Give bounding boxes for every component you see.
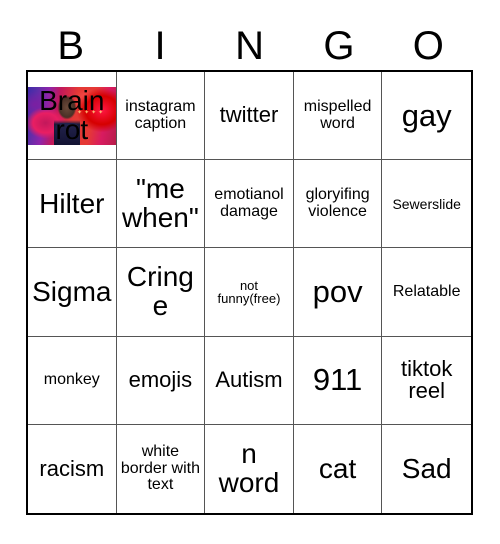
bingo-cell-o5[interactable]: Sad — [382, 424, 471, 513]
bingo-cell-label: cat — [318, 452, 357, 484]
bingo-cell-g3[interactable]: pov — [293, 248, 383, 337]
bingo-cell-b3[interactable]: Sigma — [28, 248, 117, 337]
bingo-cell-label: racism — [39, 455, 105, 481]
bingo-cell-n2[interactable]: emotianol damage — [205, 160, 294, 249]
bingo-cell-o2[interactable]: Sewerslide — [382, 160, 471, 249]
bingo-cell-label: emotianol damage — [214, 186, 284, 220]
bingo-cell-label: white border with text — [120, 443, 200, 494]
bingo-cell-n5[interactable]: n word — [205, 424, 294, 513]
bingo-cell-g1[interactable]: mispelled word — [293, 72, 383, 161]
bingo-cell-label: Relatable — [392, 282, 461, 300]
bingo-cell-b4[interactable]: monkey — [28, 336, 117, 425]
bingo-cell-label: 911 — [312, 362, 363, 398]
bingo-cell-i3[interactable]: Cringe — [116, 248, 206, 337]
bingo-cell-n4[interactable]: Autism — [205, 336, 294, 425]
bingo-cell-o1[interactable]: gay — [382, 72, 471, 161]
bingo-cell-label: Autism — [215, 366, 283, 392]
bingo-cell-o4[interactable]: tiktok reel — [382, 336, 471, 425]
bingo-cell-label: Hilter — [39, 187, 105, 219]
header-letter-n: N — [235, 24, 264, 68]
bingo-cell-label: Sigma — [32, 275, 112, 307]
bingo-cell-label: monkey — [43, 371, 100, 389]
bingo-cell-label: instagram caption — [125, 98, 196, 132]
bingo-cell-label: Brain rot — [39, 85, 105, 145]
bingo-cell-label: pov — [312, 274, 363, 310]
bingo-cell-label: gay — [401, 97, 452, 133]
bingo-cell-label: mispelled word — [303, 98, 372, 132]
bingo-cell-label: tiktok reel — [401, 355, 453, 404]
bingo-cell-i2[interactable]: "me when" — [116, 160, 206, 249]
bingo-cell-label: not funny(free) — [217, 277, 281, 306]
bingo-cell-b5[interactable]: racism — [28, 424, 117, 513]
bingo-cell-label: "me when" — [121, 173, 199, 233]
bingo-cell-g4[interactable]: 911 — [293, 336, 383, 425]
header-letter-i: I — [154, 24, 166, 68]
bingo-grid: ✦✦ ✦✦ Brain rot instagram caption twitte… — [26, 70, 473, 515]
bingo-cell-g2[interactable]: gloryifing violence — [293, 160, 383, 249]
bingo-cell-label: gloryifing violence — [305, 186, 370, 220]
bingo-cell-n3-free-space[interactable]: not funny(free) — [205, 248, 294, 337]
bingo-cell-label: Sewerslide — [392, 195, 461, 212]
bingo-cell-g5[interactable]: cat — [293, 424, 383, 513]
bingo-cell-label: Sad — [401, 452, 452, 484]
bingo-cell-o3[interactable]: Relatable — [382, 248, 471, 337]
bingo-header-row: B I N G O — [26, 22, 473, 70]
bingo-cell-label: Cringe — [126, 261, 194, 321]
header-letter-b: B — [57, 24, 85, 68]
bingo-cell-n1[interactable]: twitter — [205, 72, 294, 161]
bingo-cell-i4[interactable]: emojis — [116, 336, 206, 425]
bingo-cell-i1[interactable]: instagram caption — [116, 72, 206, 161]
header-letter-g: G — [323, 24, 355, 68]
bingo-cell-label: n word — [218, 438, 280, 498]
bingo-cell-label: twitter — [219, 102, 279, 128]
bingo-cell-b1[interactable]: ✦✦ ✦✦ Brain rot — [28, 72, 117, 161]
bingo-cell-label: emojis — [128, 366, 193, 392]
header-letter-o: O — [412, 24, 444, 68]
bingo-cell-b2[interactable]: Hilter — [28, 160, 117, 249]
bingo-card: B I N G O ✦✦ ✦✦ Brain rot instagram capt… — [0, 0, 500, 544]
bingo-cell-i5[interactable]: white border with text — [116, 424, 206, 513]
